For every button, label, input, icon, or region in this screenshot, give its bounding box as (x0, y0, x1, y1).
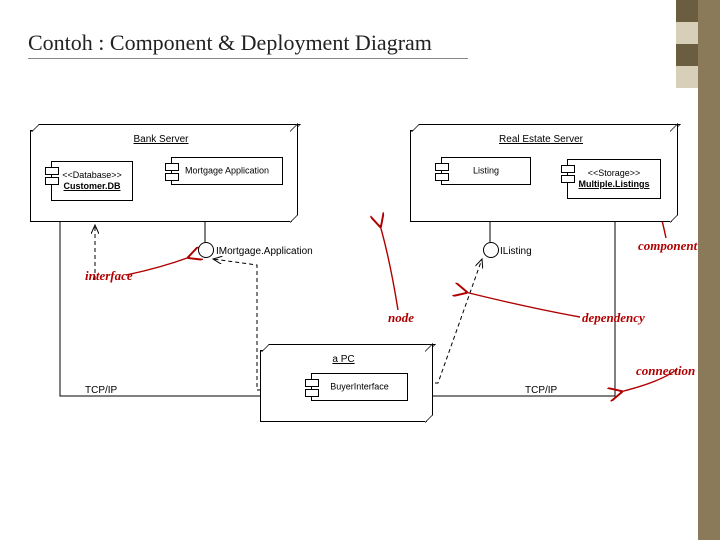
node-title: a PC (332, 354, 354, 365)
component-multiple-listings: <<Storage>> Multiple.Listings (567, 159, 661, 199)
title-underline (28, 58, 468, 59)
component-mortgage-app: Mortgage Application (171, 157, 283, 185)
sidebar-square (676, 22, 698, 44)
sidebar-square (676, 66, 698, 88)
annotation-component: component (638, 238, 697, 254)
diagram-area: Bank Server <<Database>> Customer.DB Mor… (20, 120, 700, 500)
component-label: <<Database>> Customer.DB (62, 170, 122, 192)
component-listing: Listing (441, 157, 531, 185)
component-label: <<Storage>> Multiple.Listings (579, 168, 650, 190)
component-label: BuyerInterface (330, 382, 389, 393)
component-label: Listing (473, 166, 499, 177)
sidebar-square (676, 0, 698, 22)
node-pc: a PC BuyerInterface (260, 350, 427, 422)
component-customer-db: <<Database>> Customer.DB (51, 161, 133, 201)
slide-sidebar (698, 0, 720, 540)
interface-lollipop-mortgage (198, 242, 214, 258)
annotation-dependency: dependency (582, 310, 645, 326)
node-real-estate-server: Real Estate Server Listing <<Storage>> M… (410, 130, 672, 222)
interface-label: IListing (500, 246, 532, 257)
node-title: Bank Server (133, 134, 188, 145)
node-bank-server: Bank Server <<Database>> Customer.DB Mor… (30, 130, 292, 222)
connection-label-left: TCP/IP (85, 385, 117, 396)
page-title: Contoh : Component & Deployment Diagram (28, 30, 432, 56)
annotation-connection: connection (636, 363, 695, 379)
sidebar-square (676, 44, 698, 66)
connection-label-right: TCP/IP (525, 385, 557, 396)
annotation-interface: interface (85, 268, 133, 284)
component-label: Mortgage Application (185, 166, 269, 177)
component-buyer-interface: BuyerInterface (311, 373, 408, 401)
interface-label: IMortgage.Application (216, 246, 313, 257)
interface-lollipop-listing (483, 242, 499, 258)
annotation-node: node (388, 310, 414, 326)
node-title: Real Estate Server (499, 134, 583, 145)
